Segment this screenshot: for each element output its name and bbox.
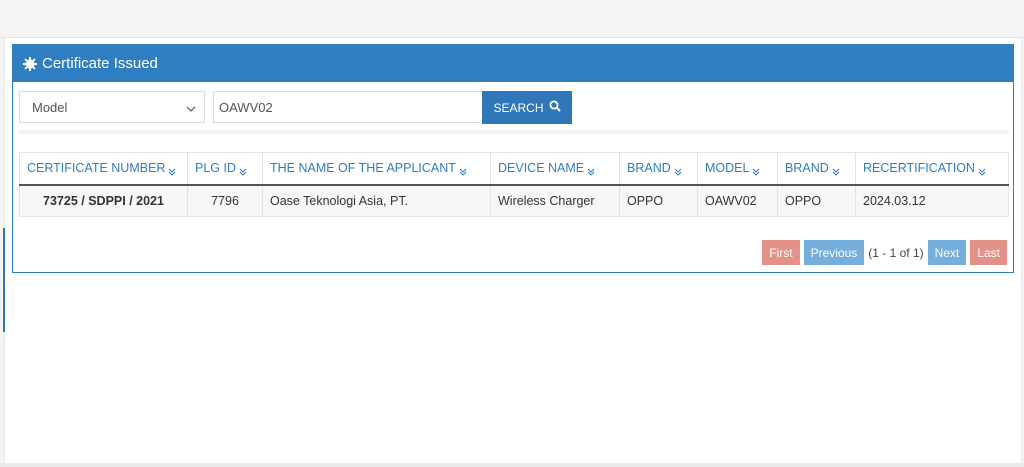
cell-applicant: Oase Teknologi Asia, PT. (262, 184, 491, 217)
top-bar (0, 0, 1024, 38)
column-header-brand-2[interactable]: BRAND (777, 152, 856, 186)
table-row[interactable]: 73725 / SDPPI / 2021 7796 Oase Teknologi… (19, 184, 1009, 217)
page-info: (1 - 1 of 1) (868, 245, 924, 260)
sort-icon (674, 165, 682, 176)
filter-select-value: Model (32, 99, 68, 115)
certificate-panel: Certificate Issued Model SEARCH CERTIFIC… (12, 44, 1014, 273)
sort-icon (239, 165, 247, 176)
panel-title: Certificate Issued (42, 55, 158, 72)
cell-device-name: Wireless Charger (490, 184, 620, 217)
search-button-label: SEARCH (493, 100, 544, 115)
chevron-down-icon (186, 102, 196, 112)
column-header-applicant[interactable]: THE NAME OF THE APPLICANT (262, 152, 491, 186)
results-table: CERTIFICATE NUMBER PLG ID THE NAME OF TH… (19, 152, 1009, 217)
cell-brand-2: OPPO (777, 184, 856, 217)
sort-icon (168, 165, 176, 176)
sort-icon (459, 165, 467, 176)
cell-model: OAWV02 (697, 184, 778, 217)
first-page-button[interactable]: First (762, 240, 800, 265)
cell-certificate-number: 73725 / SDPPI / 2021 (19, 184, 188, 217)
column-header-plg-id[interactable]: PLG ID (187, 152, 263, 186)
search-input[interactable] (213, 91, 483, 123)
column-header-recertification[interactable]: RECERTIFICATION (855, 152, 1009, 186)
cell-brand: OPPO (619, 184, 698, 217)
filter-row: Model SEARCH (19, 91, 1009, 124)
divider (19, 130, 1009, 134)
next-page-button[interactable]: Next (927, 240, 967, 265)
pagination: First Previous (1 - 1 of 1) Next Last (762, 240, 1007, 265)
search-icon (549, 100, 561, 115)
cell-plg-id: 7796 (187, 184, 263, 217)
bottom-bar (0, 463, 1024, 467)
cell-recertification: 2024.03.12 (855, 184, 1009, 217)
previous-page-button[interactable]: Previous (803, 240, 865, 265)
gear-icon (23, 56, 37, 71)
search-button[interactable]: SEARCH (482, 91, 572, 124)
column-header-model[interactable]: MODEL (697, 152, 778, 186)
sort-icon (978, 165, 986, 176)
column-header-brand[interactable]: BRAND (619, 152, 698, 186)
panel-header: Certificate Issued (13, 45, 1013, 82)
sort-icon (752, 165, 760, 176)
last-page-button[interactable]: Last (970, 240, 1007, 265)
sort-icon (587, 165, 595, 176)
table-header-row: CERTIFICATE NUMBER PLG ID THE NAME OF TH… (19, 152, 1009, 186)
filter-select[interactable]: Model (19, 91, 205, 123)
sort-icon (832, 165, 840, 176)
left-edge-tab[interactable] (3, 228, 5, 332)
column-header-device-name[interactable]: DEVICE NAME (490, 152, 620, 186)
column-header-certificate-number[interactable]: CERTIFICATE NUMBER (19, 152, 188, 186)
